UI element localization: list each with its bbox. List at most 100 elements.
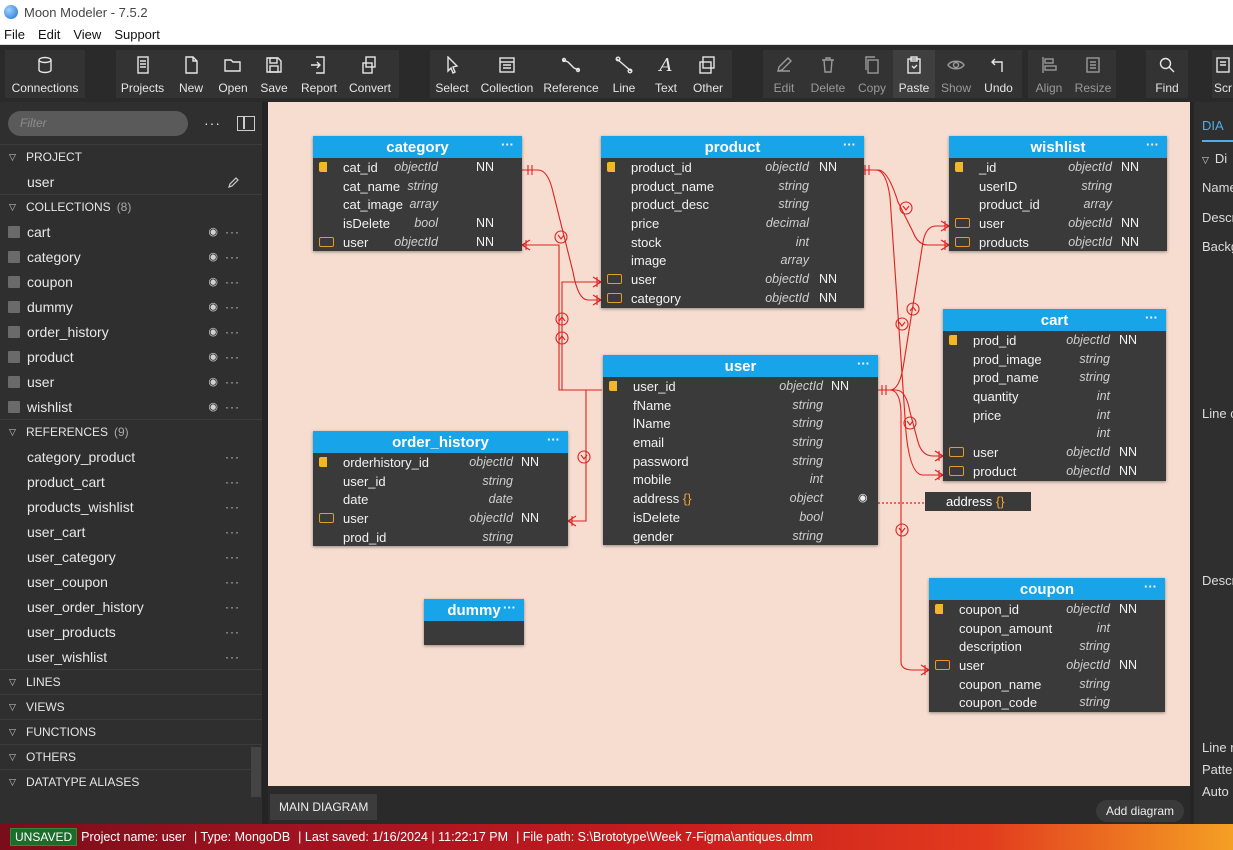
menu-file[interactable]: File bbox=[4, 27, 25, 42]
entity-menu-icon[interactable]: ··· bbox=[857, 356, 870, 371]
entity-field-row[interactable]: product_id objectId NN bbox=[601, 158, 864, 177]
more-options-icon[interactable]: ··· bbox=[225, 225, 240, 239]
project-item[interactable]: user bbox=[0, 169, 262, 194]
sidebar-reference-item[interactable]: product_cart ··· bbox=[0, 469, 262, 494]
collection-button[interactable]: Collection bbox=[474, 50, 540, 98]
diagram-section-header[interactable]: ▽ Di bbox=[1202, 151, 1227, 166]
entity-field-row[interactable]: prod_id string bbox=[313, 528, 568, 547]
entity-field-row[interactable]: userID string bbox=[949, 177, 1167, 196]
scr-button[interactable]: Scr bbox=[1212, 50, 1233, 98]
more-options-icon[interactable]: ··· bbox=[225, 525, 240, 539]
entity-field-row[interactable]: email string bbox=[603, 433, 878, 452]
convert-button[interactable]: Convert bbox=[343, 50, 397, 98]
save-button[interactable]: Save bbox=[253, 50, 295, 98]
more-options-icon[interactable]: ··· bbox=[225, 575, 240, 589]
entity-field-row[interactable]: isDelete bool NN bbox=[313, 214, 522, 233]
entity-field-row[interactable]: price int bbox=[943, 406, 1166, 425]
entity-field-row[interactable]: user objectId NN bbox=[929, 656, 1165, 675]
menu-view[interactable]: View bbox=[73, 27, 101, 42]
entity-field-row[interactable]: coupon_amount int bbox=[929, 619, 1165, 638]
entity-user[interactable]: user ··· user_id objectId NN fName string lName… bbox=[603, 355, 878, 546]
more-options-icon[interactable]: ··· bbox=[225, 600, 240, 614]
entity-field-row[interactable]: quantity int bbox=[943, 387, 1166, 406]
sidebar-scrollbar[interactable] bbox=[251, 747, 261, 797]
connections-button[interactable]: Connections bbox=[12, 50, 78, 98]
sidebar-reference-item[interactable]: user_cart ··· bbox=[0, 519, 262, 544]
menu-support[interactable]: Support bbox=[114, 27, 160, 42]
sidebar-reference-item[interactable]: user_order_history ··· bbox=[0, 594, 262, 619]
new-button[interactable]: New bbox=[169, 50, 213, 98]
entity-field-row[interactable]: cat_name string bbox=[313, 177, 522, 196]
sidebar-collection-item[interactable]: order_history ◉ ··· bbox=[0, 319, 262, 344]
filter-input[interactable] bbox=[8, 110, 188, 136]
entity-field-row[interactable]: product_name string bbox=[601, 177, 864, 196]
entity-menu-icon[interactable]: ··· bbox=[843, 137, 856, 152]
sidebar-reference-item[interactable]: category_product ··· bbox=[0, 444, 262, 469]
report-button[interactable]: Report bbox=[295, 50, 343, 98]
projects-button[interactable]: Projects bbox=[116, 50, 169, 98]
entity-header[interactable]: product ··· bbox=[601, 136, 864, 158]
entity-field-row[interactable]: image array bbox=[601, 251, 864, 270]
entity-header[interactable]: dummy ··· bbox=[424, 599, 524, 621]
sidebar-collection-item[interactable]: user ◉ ··· bbox=[0, 369, 262, 394]
entity-field-row[interactable]: products objectId NN bbox=[949, 233, 1167, 252]
entity-field-row[interactable]: stock int bbox=[601, 233, 864, 252]
sidebar-reference-item[interactable]: user_category ··· bbox=[0, 544, 262, 569]
line-button[interactable]: Line bbox=[602, 50, 646, 98]
entity-field-row[interactable]: user_id objectId NN bbox=[603, 377, 878, 396]
tab-diagram[interactable]: DIA bbox=[1202, 118, 1224, 133]
delete-button[interactable]: Delete bbox=[805, 50, 851, 98]
menu-edit[interactable]: Edit bbox=[38, 27, 60, 42]
select-button[interactable]: Select bbox=[430, 50, 474, 98]
entity-category[interactable]: category ··· cat_id objectId NN cat_name strin… bbox=[313, 136, 522, 252]
panel-splitter[interactable] bbox=[1190, 102, 1194, 824]
entity-cart[interactable]: cart ··· prod_id objectId NN prod_image string… bbox=[943, 309, 1166, 481]
entity-header[interactable]: coupon ··· bbox=[929, 578, 1165, 600]
sidebar-collection-item[interactable]: dummy ◉ ··· bbox=[0, 294, 262, 319]
entity-header[interactable]: user ··· bbox=[603, 355, 878, 377]
copy-button[interactable]: Copy bbox=[851, 50, 893, 98]
entity-menu-icon[interactable]: ··· bbox=[501, 137, 514, 152]
show-button[interactable]: Show bbox=[935, 50, 977, 98]
more-options-icon[interactable]: ··· bbox=[225, 250, 240, 264]
more-options-icon[interactable]: ··· bbox=[225, 650, 240, 664]
eye-icon[interactable]: ◉ bbox=[208, 225, 218, 238]
reference-button[interactable]: Reference bbox=[540, 50, 602, 98]
references-section-header[interactable]: ▽ REFERENCES (9) bbox=[0, 419, 262, 444]
entity-field-row[interactable]: user objectId NN bbox=[949, 214, 1167, 233]
tab-main-diagram[interactable]: MAIN DIAGRAM bbox=[270, 794, 378, 820]
more-options-icon[interactable]: ··· bbox=[225, 625, 240, 639]
more-options-icon[interactable]: ··· bbox=[225, 550, 240, 564]
more-options-icon[interactable]: ··· bbox=[225, 450, 240, 464]
open-button[interactable]: Open bbox=[213, 50, 253, 98]
others-section-header[interactable]: ▽ OTHERS bbox=[0, 744, 262, 769]
paste-button[interactable]: Paste bbox=[893, 50, 935, 98]
entity-field-row[interactable]: fName string bbox=[603, 396, 878, 415]
sidebar-reference-item[interactable]: user_coupon ··· bbox=[0, 569, 262, 594]
entity-field-row[interactable]: coupon_code string bbox=[929, 693, 1165, 712]
text-button[interactable]: A Text bbox=[646, 50, 686, 98]
entity-field-row[interactable]: price decimal bbox=[601, 214, 864, 233]
find-button[interactable]: Find bbox=[1155, 50, 1179, 98]
entity-header[interactable]: wishlist ··· bbox=[949, 136, 1167, 158]
more-options-icon[interactable]: ··· bbox=[225, 350, 240, 364]
more-options-icon[interactable]: ··· bbox=[225, 475, 240, 489]
collections-section-header[interactable]: ▽ COLLECTIONS (8) bbox=[0, 194, 262, 219]
entity-field-row[interactable]: coupon_id objectId NN bbox=[929, 600, 1165, 619]
sidebar-collection-item[interactable]: cart ◉ ··· bbox=[0, 219, 262, 244]
sidebar-collection-item[interactable]: product ◉ ··· bbox=[0, 344, 262, 369]
entity-field-row[interactable]: user objectId NN bbox=[943, 443, 1166, 462]
entity-field-row[interactable]: int bbox=[943, 424, 1166, 443]
eye-icon[interactable]: ◉ bbox=[208, 375, 218, 388]
entity-field-row[interactable]: isDelete bool bbox=[603, 508, 878, 527]
sidebar-collection-item[interactable]: category ◉ ··· bbox=[0, 244, 262, 269]
more-options-icon[interactable]: ··· bbox=[225, 275, 240, 289]
entity-field-row[interactable]: prod_name string bbox=[943, 368, 1166, 387]
entity-field-row[interactable]: product objectId NN bbox=[943, 462, 1166, 481]
entity-field-row[interactable]: date date bbox=[313, 490, 568, 509]
entity-field-row[interactable]: user_id string bbox=[313, 472, 568, 491]
entity-field-row[interactable]: mobile int bbox=[603, 470, 878, 489]
entity-field-row[interactable]: product_id array bbox=[949, 195, 1167, 214]
entity-menu-icon[interactable]: ··· bbox=[1146, 137, 1159, 152]
entity-field-row[interactable]: coupon_name string bbox=[929, 675, 1165, 694]
